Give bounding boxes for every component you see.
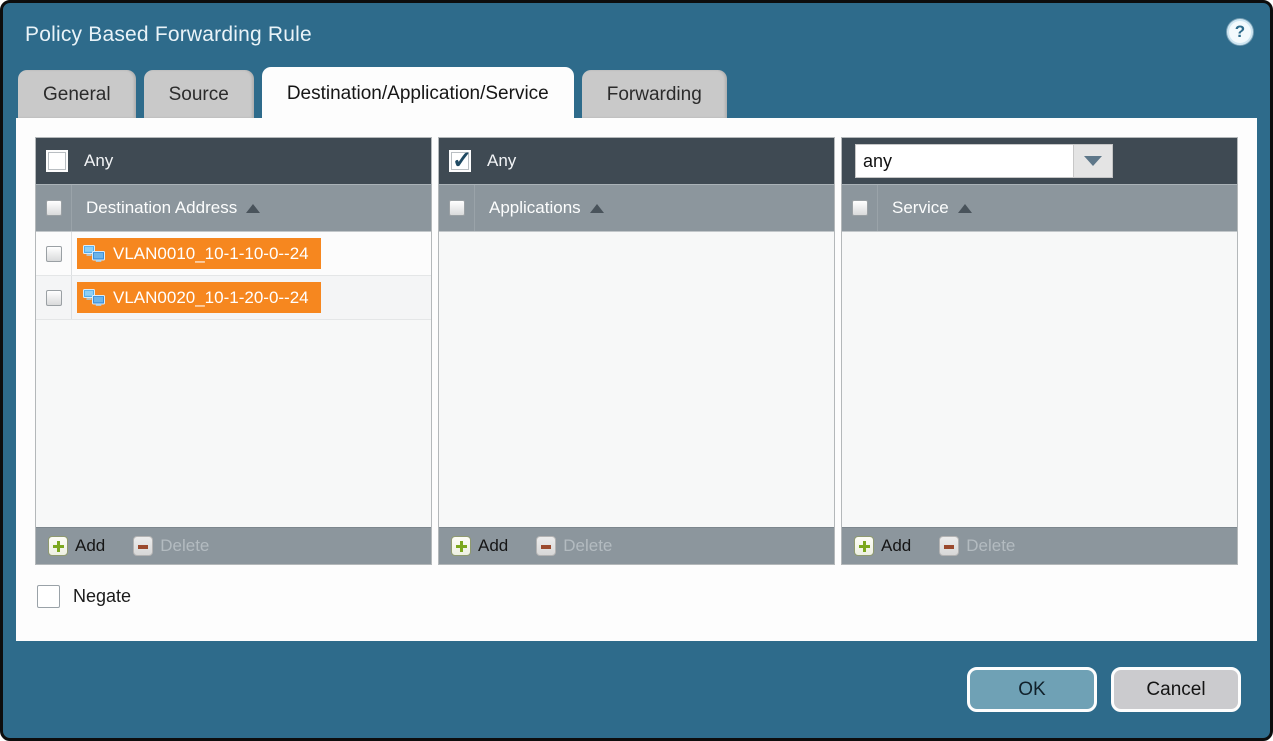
service-dropdown-bar xyxy=(842,138,1237,184)
service-delete-button[interactable]: Delete xyxy=(939,536,1015,556)
minus-icon xyxy=(133,536,153,556)
service-dropdown-input[interactable] xyxy=(855,144,1074,178)
negate-row: Negate xyxy=(37,585,1257,608)
sort-ascending-icon xyxy=(958,204,972,213)
minus-icon xyxy=(536,536,556,556)
tab-source[interactable]: Source xyxy=(144,70,254,118)
cancel-button[interactable]: Cancel xyxy=(1111,667,1241,712)
applications-column: Any Applications Add xyxy=(438,137,835,565)
destination-address-header-label: Destination Address xyxy=(86,198,237,218)
plus-icon xyxy=(48,536,68,556)
destination-any-label: Any xyxy=(84,151,113,171)
service-dropdown-button[interactable] xyxy=(1074,144,1113,178)
address-object-chip[interactable]: VLAN0010_10-1-10-0--24 xyxy=(77,238,321,269)
dialog-actions: OK Cancel xyxy=(967,667,1241,712)
service-select-all-checkbox[interactable] xyxy=(852,200,868,216)
destination-toolbar: Add Delete xyxy=(36,527,431,564)
address-object-label: VLAN0010_10-1-10-0--24 xyxy=(113,244,309,264)
applications-list xyxy=(439,232,834,527)
applications-toolbar: Add Delete xyxy=(439,527,834,564)
applications-header-label: Applications xyxy=(489,198,581,218)
help-icon[interactable]: ? xyxy=(1227,19,1253,45)
service-header-label: Service xyxy=(892,198,949,218)
minus-icon xyxy=(939,536,959,556)
columns-container: Any Destination Address xyxy=(16,118,1257,565)
applications-any-label: Any xyxy=(487,151,516,171)
destination-address-list: VLAN0010_10-1-10-0--24 xyxy=(36,232,431,527)
address-object-chip[interactable]: VLAN0020_10-1-20-0--24 xyxy=(77,282,321,313)
service-add-button[interactable]: Add xyxy=(854,536,911,556)
tab-forwarding[interactable]: Forwarding xyxy=(582,70,727,118)
policy-based-forwarding-rule-dialog: Policy Based Forwarding Rule ? General S… xyxy=(0,0,1273,741)
destination-row-vlan0020[interactable]: VLAN0020_10-1-20-0--24 xyxy=(36,276,431,320)
network-address-icon xyxy=(83,245,105,262)
destination-address-column: Any Destination Address xyxy=(35,137,432,565)
sort-ascending-icon xyxy=(590,204,604,213)
destination-any-checkbox[interactable] xyxy=(46,150,68,172)
negate-checkbox[interactable] xyxy=(37,585,60,608)
address-object-label: VLAN0020_10-1-20-0--24 xyxy=(113,288,309,308)
ok-button[interactable]: OK xyxy=(967,667,1097,712)
row-checkbox[interactable] xyxy=(46,290,62,306)
destination-delete-button[interactable]: Delete xyxy=(133,536,209,556)
row-checkbox[interactable] xyxy=(46,246,62,262)
title-bar: Policy Based Forwarding Rule ? xyxy=(3,3,1270,67)
negate-label: Negate xyxy=(73,586,131,607)
chevron-down-icon xyxy=(1084,156,1102,166)
page-title: Policy Based Forwarding Rule xyxy=(25,23,1270,47)
network-address-icon xyxy=(83,289,105,306)
service-dropdown xyxy=(855,144,1113,178)
applications-select-all-checkbox[interactable] xyxy=(449,200,465,216)
service-column: Service Add Delete xyxy=(841,137,1238,565)
destination-add-button[interactable]: Add xyxy=(48,536,105,556)
plus-icon xyxy=(451,536,471,556)
applications-any-checkbox[interactable] xyxy=(449,150,471,172)
destination-row-vlan0010[interactable]: VLAN0010_10-1-10-0--24 xyxy=(36,232,431,276)
destination-select-all-checkbox[interactable] xyxy=(46,200,62,216)
content-panel: Any Destination Address xyxy=(16,118,1257,641)
service-column-header[interactable]: Service xyxy=(842,184,1237,232)
tab-bar: General Source Destination/Application/S… xyxy=(3,67,1270,118)
service-toolbar: Add Delete xyxy=(842,527,1237,564)
applications-any-bar: Any xyxy=(439,138,834,184)
applications-delete-button[interactable]: Delete xyxy=(536,536,612,556)
plus-icon xyxy=(854,536,874,556)
destination-any-bar: Any xyxy=(36,138,431,184)
tab-general[interactable]: General xyxy=(18,70,136,118)
destination-address-column-header[interactable]: Destination Address xyxy=(36,184,431,232)
service-list xyxy=(842,232,1237,527)
tab-destination-application-service[interactable]: Destination/Application/Service xyxy=(262,67,574,118)
applications-add-button[interactable]: Add xyxy=(451,536,508,556)
applications-column-header[interactable]: Applications xyxy=(439,184,834,232)
sort-ascending-icon xyxy=(246,204,260,213)
